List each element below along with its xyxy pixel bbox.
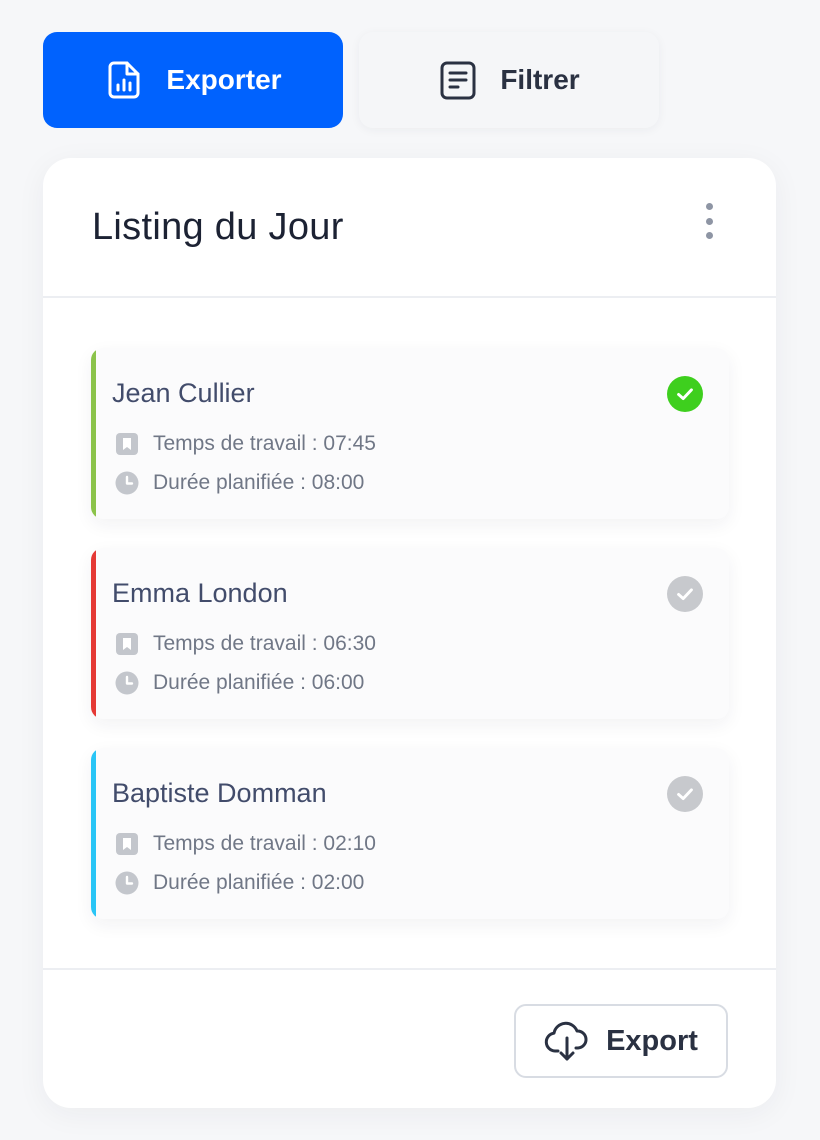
planned-duration-row: Durée planifiée : 08:00 (115, 471, 364, 495)
bookmark-icon (115, 832, 139, 856)
list-item[interactable]: Baptiste Domman Temps de travail : 02:10… (91, 748, 729, 919)
list-item[interactable]: Jean Cullier Temps de travail : 07:45 Du… (91, 348, 729, 519)
bookmark-icon (115, 632, 139, 656)
work-time-row: Temps de travail : 06:30 (115, 632, 376, 656)
check-circle-icon[interactable] (667, 576, 703, 612)
work-time-text: Temps de travail : 06:30 (153, 632, 376, 655)
work-time-text: Temps de travail : 07:45 (153, 432, 376, 455)
export-button[interactable]: Export (514, 1004, 728, 1078)
card-header: Listing du Jour (43, 158, 776, 298)
export-button-label: Export (606, 1024, 698, 1057)
document-list-icon (438, 60, 478, 100)
work-time-text: Temps de travail : 02:10 (153, 832, 376, 855)
work-time-row: Temps de travail : 07:45 (115, 432, 376, 456)
employee-name: Jean Cullier (112, 378, 255, 408)
planned-duration-row: Durée planifiée : 06:00 (115, 671, 364, 695)
filter-button[interactable]: Filtrer (359, 32, 659, 128)
planned-duration-text: Durée planifiée : 02:00 (153, 871, 365, 894)
employee-list: Jean Cullier Temps de travail : 07:45 Du… (91, 348, 729, 948)
clock-icon (115, 671, 139, 695)
status-bar (91, 748, 96, 919)
planned-duration-text: Durée planifiée : 06:00 (153, 671, 365, 694)
exporter-button[interactable]: Exporter (43, 32, 343, 128)
page: Exporter Filtrer Listing du Jour Jean Cu… (0, 0, 820, 1140)
filter-button-label: Filtrer (500, 64, 580, 95)
exporter-button-label: Exporter (166, 64, 282, 95)
bookmark-icon (115, 432, 139, 456)
work-time-row: Temps de travail : 02:10 (115, 832, 376, 856)
card-title: Listing du Jour (92, 206, 344, 248)
employee-name: Baptiste Domman (112, 778, 327, 808)
clock-icon (115, 471, 139, 495)
status-bar (91, 348, 96, 519)
check-circle-icon[interactable] (667, 776, 703, 812)
daily-listing-card: Listing du Jour Jean Cullier Temps de tr… (43, 158, 776, 1108)
card-footer: Export (43, 968, 776, 1108)
employee-name: Emma London (112, 578, 288, 608)
clock-icon (115, 871, 139, 895)
planned-duration-row: Durée planifiée : 02:00 (115, 871, 364, 895)
more-vertical-icon[interactable] (702, 203, 716, 239)
status-bar (91, 548, 96, 719)
list-item[interactable]: Emma London Temps de travail : 06:30 Dur… (91, 548, 729, 719)
file-chart-icon (104, 60, 144, 100)
planned-duration-text: Durée planifiée : 08:00 (153, 471, 365, 494)
check-circle-icon[interactable] (667, 376, 703, 412)
cloud-download-icon (544, 1018, 590, 1064)
